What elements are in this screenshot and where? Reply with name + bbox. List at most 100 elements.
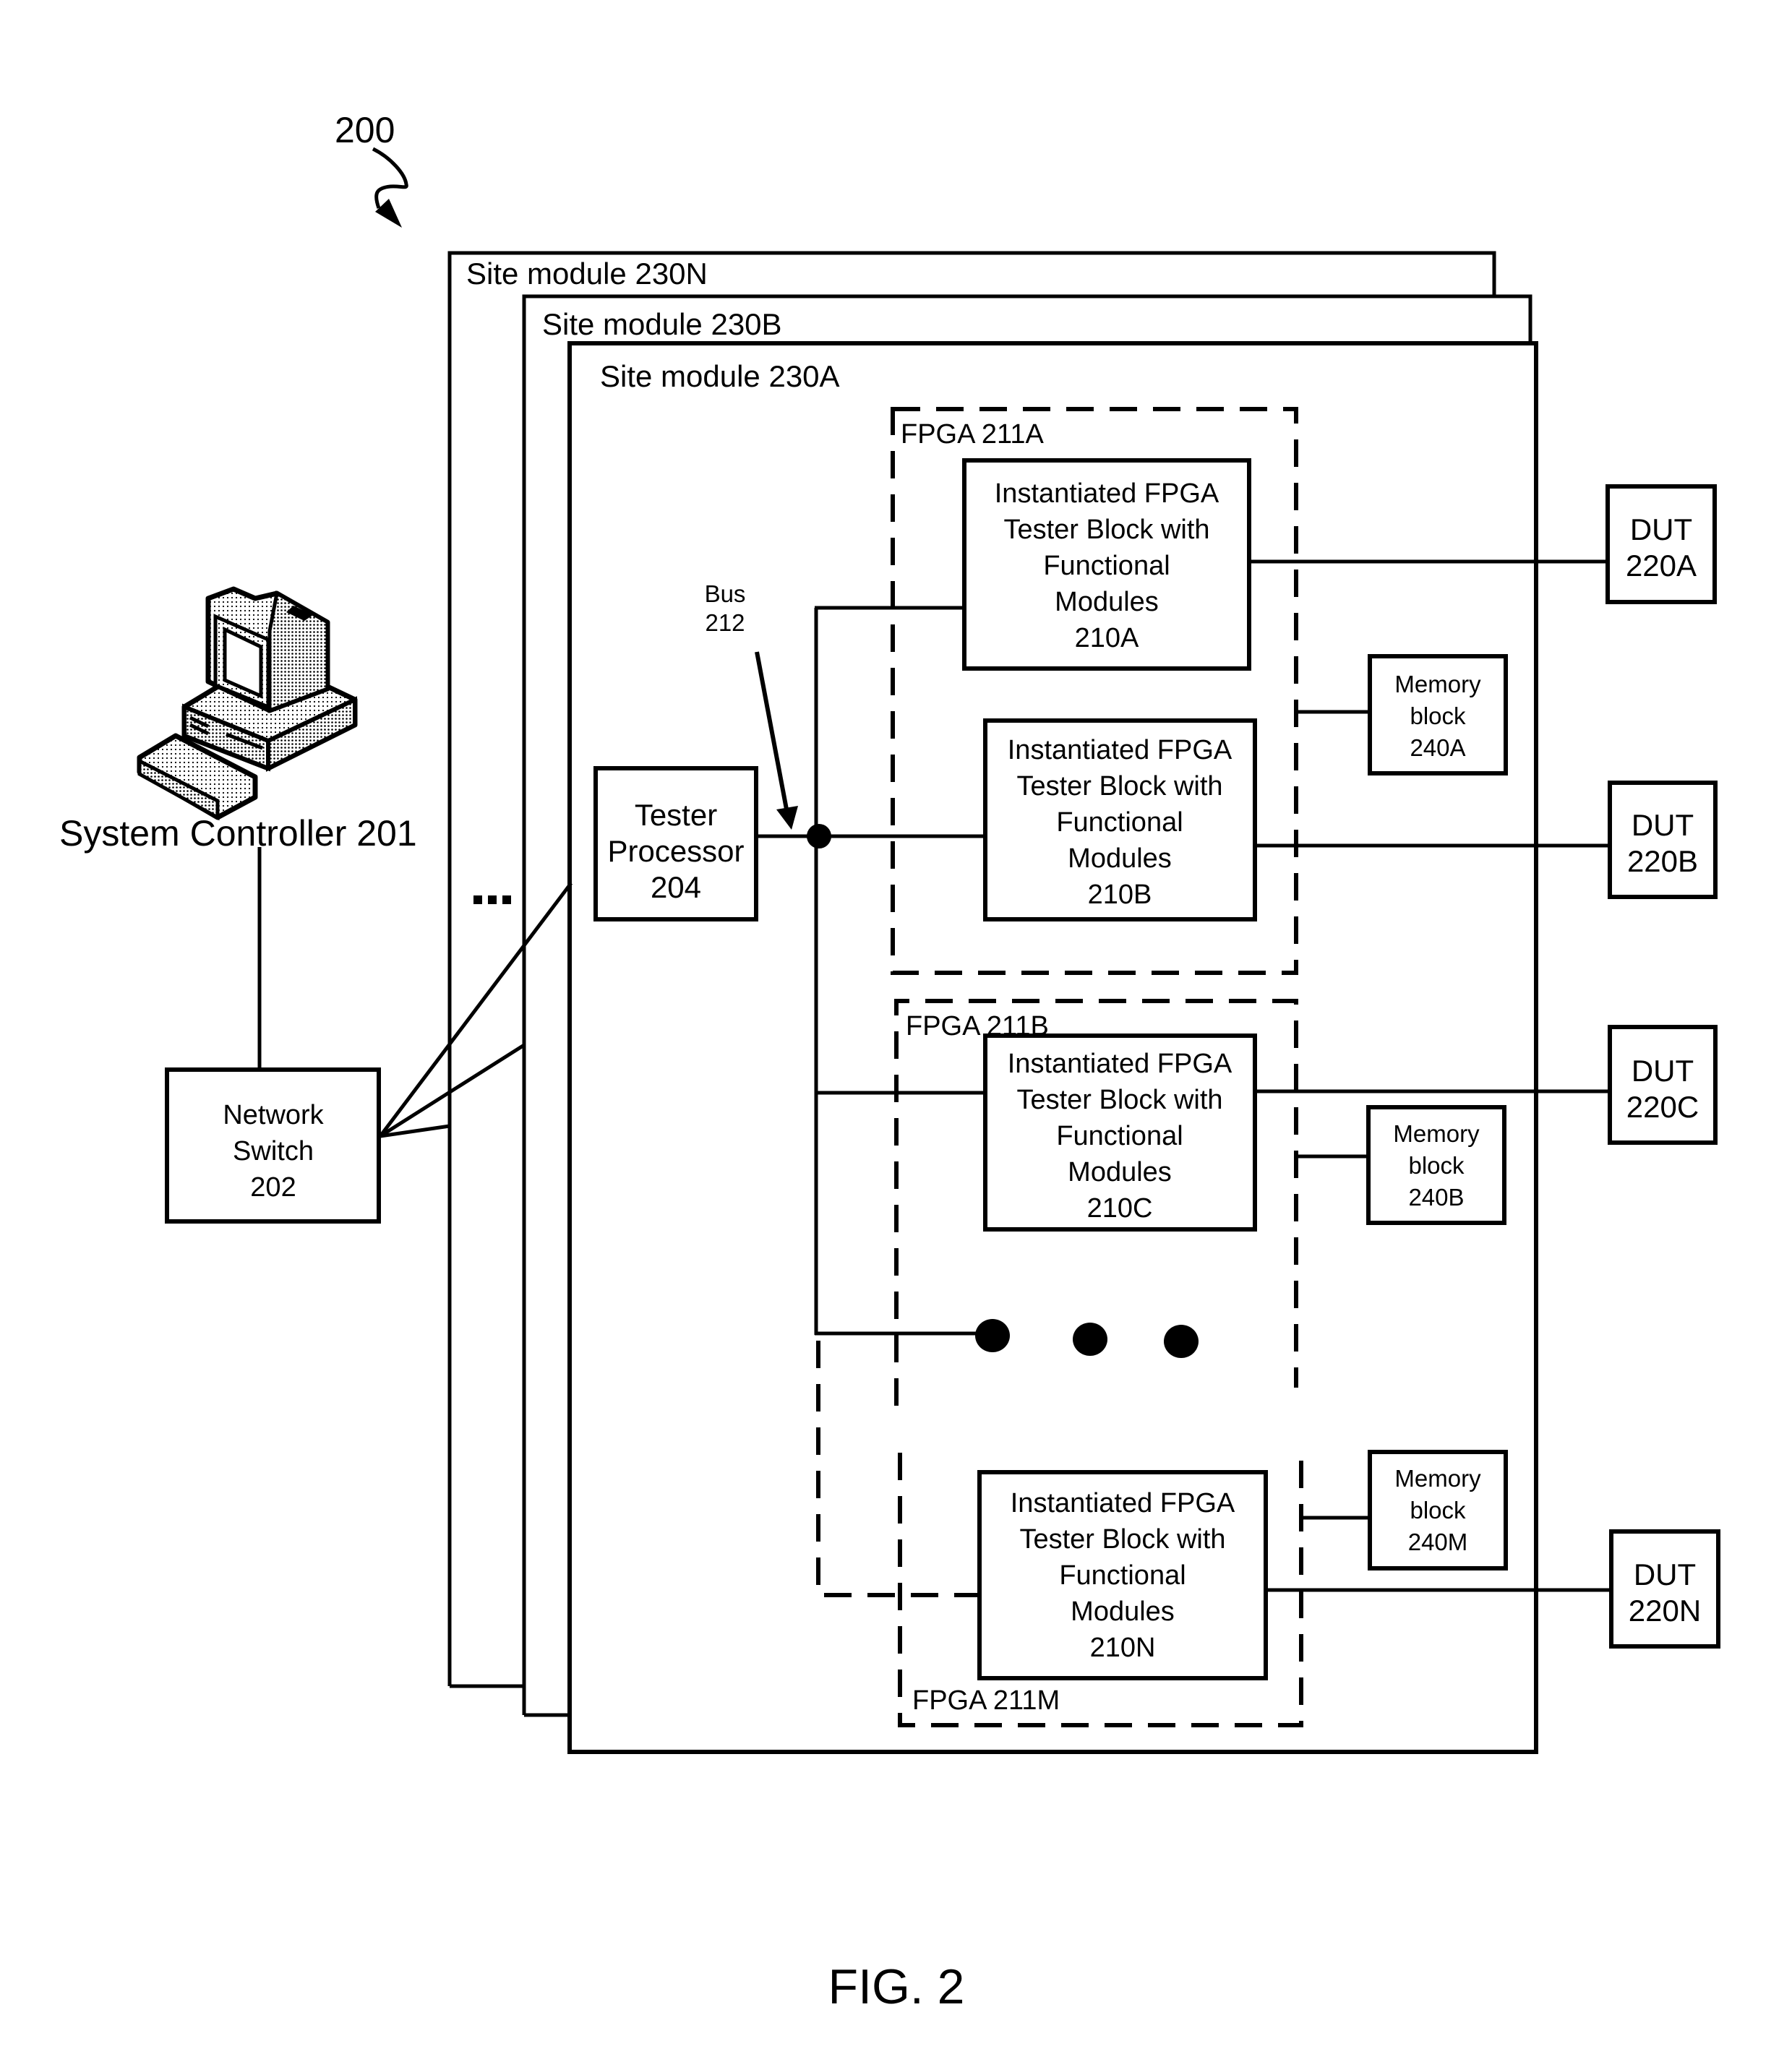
tester-block-210C-line-2: Tester Block with: [1016, 1085, 1222, 1115]
fpga-211M-label: FPGA 211M: [912, 1685, 1060, 1716]
svg-text:block: block: [1410, 702, 1466, 729]
site-module-230B-label: Site module 230B: [542, 307, 782, 341]
svg-text:Functional: Functional: [1043, 551, 1170, 581]
fig2-diagram: 200 Site module 230N Site module 230B Si…: [59, 110, 1720, 2014]
bus-label-line-2: 212: [705, 609, 745, 636]
figure-reference-numeral: 200: [335, 110, 395, 150]
svg-text:220C: 220C: [1626, 1090, 1699, 1124]
svg-text:DUT: DUT: [1630, 512, 1692, 546]
svg-text:210N: 210N: [1090, 1633, 1156, 1663]
tester-block-210C-line-5: 210C: [1087, 1193, 1153, 1224]
dut-220A-line-1: DUT: [1630, 512, 1692, 546]
svg-text:Tester Block with: Tester Block with: [1019, 1524, 1225, 1555]
memory-240M-line-1: Memory: [1394, 1465, 1481, 1492]
tester-block-210N-line-2: Tester Block with: [1019, 1524, 1225, 1555]
svg-text:Modules: Modules: [1068, 1157, 1172, 1187]
tester-block-210C[interactable]: Instantiated FPGA Tester Block with Func…: [983, 1034, 1257, 1232]
svg-text:DUT: DUT: [1632, 808, 1694, 842]
memory-240M-line-2: block: [1410, 1497, 1466, 1524]
svg-text:Tester Block with: Tester Block with: [1016, 771, 1222, 802]
site-module-230N-label: Site module 230N: [466, 257, 708, 291]
svg-text:Switch: Switch: [233, 1136, 314, 1166]
memory-240B-line-2: block: [1408, 1152, 1465, 1179]
svg-text:Memory: Memory: [1394, 1465, 1481, 1492]
tester-processor-line-2: Processor: [607, 834, 744, 868]
svg-text:Instantiated FPGA: Instantiated FPGA: [995, 478, 1219, 509]
svg-text:Functional: Functional: [1056, 807, 1183, 838]
system-controller-label: System Controller 201: [59, 813, 417, 854]
dut-220A-line-2: 220A: [1626, 549, 1697, 583]
tester-block-210B-line-3: Functional: [1056, 807, 1183, 838]
memory-block-240A[interactable]: Memory block 240A: [1368, 654, 1508, 775]
network-switch-202[interactable]: Network Switch 202: [165, 1067, 381, 1224]
tester-block-210B-line-1: Instantiated FPGA: [1008, 735, 1232, 765]
tester-block-210A[interactable]: Instantiated FPGA Tester Block with Func…: [962, 458, 1251, 671]
dut-220B-line-1: DUT: [1632, 808, 1694, 842]
tester-block-210N-line-1: Instantiated FPGA: [1011, 1488, 1235, 1518]
site-module-230A-label: Site module 230A: [600, 359, 840, 393]
bus-label-line-1: Bus: [705, 580, 746, 607]
svg-text:202: 202: [250, 1172, 296, 1203]
tester-block-210A-line-4: Modules: [1055, 587, 1159, 617]
memory-block-240B[interactable]: Memory block 240B: [1366, 1105, 1506, 1225]
tester-block-210A-line-1: Instantiated FPGA: [995, 478, 1219, 509]
svg-text:Network: Network: [223, 1100, 324, 1130]
memory-240A-line-1: Memory: [1394, 671, 1481, 697]
dut-220C-line-2: 220C: [1626, 1090, 1699, 1124]
svg-text:Bus: Bus: [705, 580, 746, 607]
network-switch-line-1: Network: [223, 1100, 324, 1130]
svg-text:Modules: Modules: [1068, 843, 1172, 874]
svg-text:DUT: DUT: [1634, 1557, 1696, 1591]
svg-text:block: block: [1410, 1497, 1466, 1524]
tester-block-210N-line-4: Modules: [1071, 1597, 1175, 1627]
site-module-ellipsis: [473, 895, 511, 904]
svg-text:220A: 220A: [1626, 549, 1697, 583]
svg-text:Instantiated FPGA: Instantiated FPGA: [1011, 1488, 1235, 1518]
svg-text:212: 212: [705, 609, 745, 636]
switch-link-230A: [379, 882, 573, 1138]
svg-text:240A: 240A: [1410, 734, 1465, 761]
fpga-211A-label: FPGA 211A: [901, 419, 1045, 450]
svg-text:Tester: Tester: [635, 798, 717, 832]
desktop-computer-icon[interactable]: [137, 586, 358, 821]
dut-220B[interactable]: DUT 220B: [1608, 781, 1718, 899]
svg-text:block: block: [1408, 1152, 1465, 1179]
tester-block-210B-line-4: Modules: [1068, 843, 1172, 874]
memory-block-240M[interactable]: Memory block 240M: [1368, 1450, 1508, 1570]
memory-240A-line-2: block: [1410, 702, 1466, 729]
tester-block-210A-line-2: Tester Block with: [1003, 515, 1209, 545]
tester-block-210N-line-3: Functional: [1059, 1560, 1186, 1591]
tester-block-210B[interactable]: Instantiated FPGA Tester Block with Func…: [983, 718, 1257, 921]
dut-220C[interactable]: DUT 220C: [1608, 1025, 1718, 1145]
tester-block-210N-line-5: 210N: [1090, 1633, 1156, 1663]
svg-text:Memory: Memory: [1394, 671, 1481, 697]
dut-220A[interactable]: DUT 220A: [1605, 484, 1717, 604]
svg-text:220B: 220B: [1627, 844, 1698, 878]
reference-arrow-icon: [372, 147, 408, 228]
switch-link-230B: [379, 1043, 526, 1138]
memory-240A-line-3: 240A: [1410, 734, 1465, 761]
svg-text:Instantiated FPGA: Instantiated FPGA: [1008, 1049, 1232, 1079]
tester-block-210C-line-3: Functional: [1056, 1121, 1183, 1151]
svg-text:DUT: DUT: [1632, 1054, 1694, 1088]
svg-text:Functional: Functional: [1056, 1121, 1183, 1151]
svg-text:240M: 240M: [1408, 1529, 1468, 1555]
svg-text:Memory: Memory: [1393, 1120, 1480, 1147]
memory-240M-line-3: 240M: [1408, 1529, 1468, 1555]
network-switch-line-2: Switch: [233, 1136, 314, 1166]
tester-block-210N[interactable]: Instantiated FPGA Tester Block with Func…: [977, 1470, 1268, 1680]
dut-220N[interactable]: DUT 220N: [1609, 1529, 1720, 1649]
dut-220N-line-1: DUT: [1634, 1557, 1696, 1591]
figure-caption: FIG. 2: [828, 1959, 965, 2014]
svg-text:Modules: Modules: [1071, 1597, 1175, 1627]
tester-processor-204[interactable]: Tester Processor 204: [593, 766, 758, 921]
tester-processor-line-1: Tester: [635, 798, 717, 832]
tester-block-210B-line-2: Tester Block with: [1016, 771, 1222, 802]
tester-block-210B-line-5: 210B: [1088, 880, 1152, 910]
tester-block-210A-line-3: Functional: [1043, 551, 1170, 581]
svg-text:Modules: Modules: [1055, 587, 1159, 617]
svg-text:Functional: Functional: [1059, 1560, 1186, 1591]
dut-220B-line-2: 220B: [1627, 844, 1698, 878]
svg-text:210B: 210B: [1088, 880, 1152, 910]
svg-text:Instantiated FPGA: Instantiated FPGA: [1008, 735, 1232, 765]
